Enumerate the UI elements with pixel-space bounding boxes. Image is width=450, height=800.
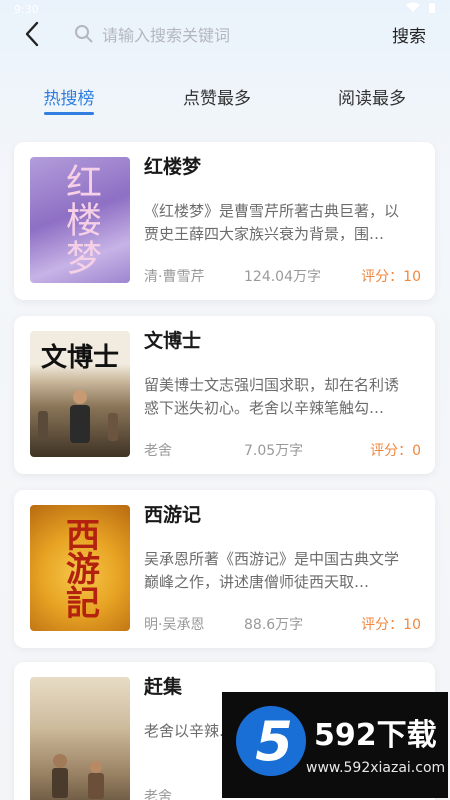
book-title: 红楼梦: [144, 156, 202, 178]
cover-title: 红楼梦: [60, 163, 101, 277]
book-card[interactable]: 文博士 文博士 留美博士文志强归国求职，却在名利诱惑下迷失初心。老舍以辛辣笔触勾…: [14, 316, 435, 474]
book-score: 评分：10: [361, 617, 421, 633]
book-description: 吴承恩所著《西游记》是中国古典文学巅峰之作，讲述唐僧师徒西天取…: [144, 550, 400, 591]
book-word-count: 124.04万字: [244, 269, 321, 285]
book-title: 西游记: [144, 504, 202, 526]
book-card[interactable]: 红楼梦 红楼梦 《红楼梦》是曹雪芹所著古典巨著，以贾史王薛四大家族兴衰为背景，围…: [14, 142, 435, 300]
book-title: 赶集: [144, 676, 183, 698]
book-cover: 文博士: [30, 331, 130, 457]
book-word-count: 7.05万字: [244, 443, 304, 459]
book-author: 老舍: [144, 789, 172, 800]
tab-bar: 热搜榜 点赞最多 阅读最多: [0, 78, 450, 118]
tab-most-liked[interactable]: 点赞最多: [176, 78, 258, 114]
search-input[interactable]: 请输入搜索关键词: [74, 20, 364, 48]
cover-title: 西游記: [59, 517, 100, 619]
book-author: 清·曹雪芹: [144, 269, 205, 285]
cover-figure-icon: [38, 390, 118, 443]
search-icon: [75, 25, 93, 43]
book-score: 评分：0: [370, 443, 421, 459]
cover-market-scene-icon: [52, 754, 104, 799]
watermark-brand: 592下载: [314, 718, 437, 753]
book-score: 评分：10: [361, 269, 421, 285]
search-placeholder: 请输入搜索关键词: [102, 26, 231, 45]
book-description: 《红楼梦》是曹雪芹所著古典巨著，以贾史王薛四大家族兴衰为背景，围…: [144, 202, 400, 243]
tab-hot-search[interactable]: 热搜榜: [36, 78, 102, 114]
book-author: 明·吴承恩: [144, 617, 205, 633]
watermark-url: www.592xiazai.com: [306, 760, 446, 776]
book-author: 老舍: [144, 443, 172, 459]
search-bar: 请输入搜索关键词 搜索: [0, 14, 450, 54]
book-cover: 西游記: [30, 505, 130, 631]
chevron-left-icon: [25, 21, 39, 47]
book-description: 留美博士文志强归国求职，却在名利诱惑下迷失初心。老舍以辛辣笔触勾…: [144, 376, 400, 417]
search-button[interactable]: 搜索: [392, 20, 426, 48]
tab-active-indicator: [44, 112, 94, 115]
book-title: 文博士: [144, 330, 202, 352]
tab-most-read[interactable]: 阅读最多: [330, 78, 414, 114]
watermark-logo-number: 5: [255, 709, 293, 773]
back-button[interactable]: [18, 20, 46, 48]
book-word-count: 88.6万字: [244, 617, 304, 633]
book-cover: 红楼梦: [30, 157, 130, 283]
watermark-banner: 5 592下载 www.592xiazai.com: [222, 692, 448, 798]
book-cover: [30, 677, 130, 800]
book-card[interactable]: 西游記 西游记 吴承恩所著《西游记》是中国古典文学巅峰之作，讲述唐僧师徒西天取……: [14, 490, 435, 648]
